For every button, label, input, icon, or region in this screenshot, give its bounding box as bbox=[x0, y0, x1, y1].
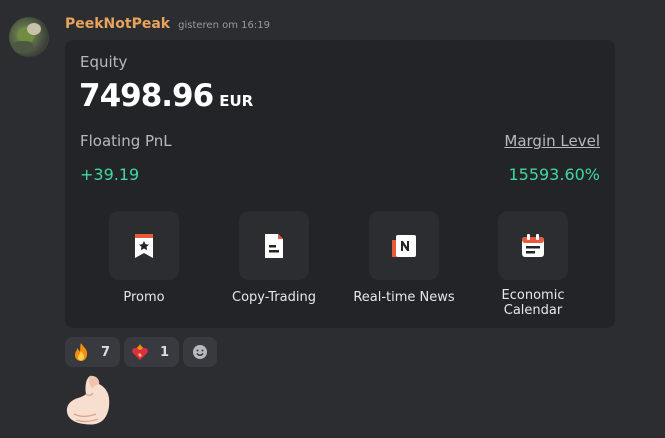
reaction-heart-on-fire[interactable]: 1 bbox=[124, 337, 180, 367]
margin-level-value: 15593.60% bbox=[508, 165, 600, 184]
action-grid: Promo Copy-Trading Real-time News Econom… bbox=[65, 211, 615, 323]
copy-trading-button[interactable]: Copy-Trading bbox=[209, 211, 339, 305]
avatar[interactable] bbox=[9, 17, 49, 57]
copy-trading-tile[interactable] bbox=[239, 211, 309, 280]
reaction-count: 1 bbox=[160, 344, 170, 360]
heart-on-fire-icon bbox=[130, 342, 150, 362]
economic-calendar-label-line1: Economic bbox=[501, 288, 565, 303]
timestamp: gisteren om 16:19 bbox=[178, 20, 270, 31]
real-time-news-tile[interactable] bbox=[369, 211, 439, 280]
news-icon bbox=[392, 234, 416, 257]
floating-pnl-label: Floating PnL bbox=[80, 132, 172, 150]
economic-calendar-label: Economic Calendar bbox=[468, 288, 598, 318]
floating-pnl-value: +39.19 bbox=[80, 165, 140, 184]
document-icon bbox=[265, 233, 283, 258]
equity-label: Equity bbox=[80, 53, 128, 71]
pinched-fingers-emoji-icon bbox=[64, 374, 114, 426]
equity-value: 7498.96 bbox=[79, 78, 214, 114]
copy-trading-label: Copy-Trading bbox=[232, 290, 316, 305]
equity-row: 7498.96 EUR bbox=[79, 78, 253, 114]
reaction-count: 7 bbox=[101, 344, 111, 360]
equity-card: Equity 7498.96 EUR Floating PnL Margin L… bbox=[65, 40, 615, 328]
reactions-bar: 7 1 bbox=[65, 337, 218, 367]
promo-tile[interactable] bbox=[109, 211, 179, 280]
reaction-fire[interactable]: 7 bbox=[65, 337, 121, 367]
equity-currency: EUR bbox=[219, 92, 254, 110]
calendar-icon bbox=[522, 233, 544, 257]
real-time-news-button[interactable]: Real-time News bbox=[339, 211, 469, 305]
smiley-icon bbox=[193, 345, 208, 359]
bookmark-star-icon bbox=[135, 233, 153, 258]
promo-label: Promo bbox=[123, 290, 165, 305]
message-header: PeekNotPeak gisteren om 16:19 bbox=[65, 16, 270, 32]
add-reaction-button[interactable] bbox=[183, 337, 218, 367]
real-time-news-label: Real-time News bbox=[353, 290, 455, 305]
promo-button[interactable]: Promo bbox=[79, 211, 209, 305]
economic-calendar-tile[interactable] bbox=[498, 211, 568, 280]
margin-level-link[interactable]: Margin Level bbox=[504, 132, 600, 150]
fire-icon bbox=[71, 342, 91, 362]
economic-calendar-label-line2: Calendar bbox=[503, 303, 563, 318]
economic-calendar-button[interactable]: Economic Calendar bbox=[468, 211, 598, 318]
username[interactable]: PeekNotPeak bbox=[65, 16, 170, 32]
